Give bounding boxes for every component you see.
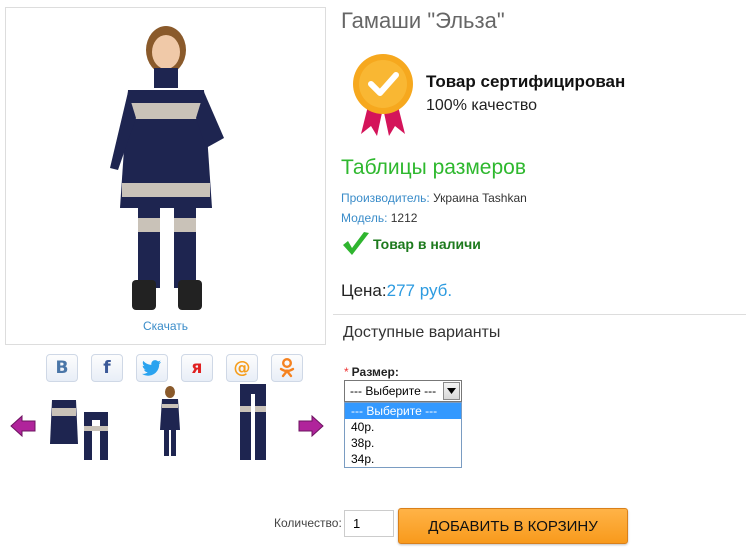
size-dropdown-list: --- Выберите --- 40р. 38р. 34р. [344,402,462,468]
quantity-input[interactable] [344,510,394,537]
size-label: * Размер: [344,365,399,379]
thumbnail-model[interactable] [138,382,202,462]
model-row: Модель: 1212 [341,211,417,225]
dropdown-arrow-icon[interactable] [443,382,460,400]
certified-subtitle: 100% качество [426,97,538,114]
size-select[interactable]: --- Выберите --- [344,380,462,402]
manufacturer-value: Украина Tashkan [429,191,527,205]
size-option[interactable]: 38р. [345,435,461,451]
price-label: Цена: [341,281,387,300]
facebook-icon: f [103,358,111,378]
download-link[interactable]: Скачать [6,319,325,333]
divider [333,314,746,315]
odnoklassniki-icon [279,358,295,378]
manufacturer-link[interactable]: Производитель: [341,191,430,205]
certified-badge-icon [353,54,413,136]
size-label-text: Размер: [351,365,399,379]
available-options-heading: Доступные варианты [343,324,501,341]
share-odnoklassniki-button[interactable] [271,354,303,382]
size-option[interactable]: 34р. [345,451,461,467]
stock-text: Товар в наличи [373,236,481,252]
share-twitter-button[interactable] [136,354,168,382]
stock-status: Товар в наличи [341,230,481,258]
manufacturer-row: Производитель: Украина Tashkan [341,191,527,205]
thumbnail-set[interactable] [48,382,112,462]
next-arrow-icon[interactable] [298,415,324,437]
twitter-icon [142,360,161,376]
size-table-link[interactable]: Таблицы размеров [341,156,526,180]
required-mark: * [344,365,349,379]
share-buttons: В f я @ [46,354,303,382]
share-yaru-button[interactable]: я [181,354,213,382]
size-select-value: --- Выберите --- [350,384,437,398]
prev-arrow-icon[interactable] [10,415,36,437]
model-value: 1212 [387,211,418,225]
certified-title: Товар сертифицирован [426,72,626,91]
share-mailru-button[interactable]: @ [226,354,258,382]
price: Цена:277 руб. [341,281,452,301]
thumbnail-carousel [10,382,330,464]
model-key: Модель: [341,211,388,225]
yaru-icon: я [191,358,203,378]
size-option[interactable]: --- Выберите --- [345,403,461,419]
price-value: 277 руб. [386,281,453,300]
size-option[interactable]: 40р. [345,419,461,435]
thumbnail-leggings[interactable] [220,382,284,462]
share-facebook-button[interactable]: f [91,354,123,382]
product-main-image-panel[interactable]: Скачать [5,7,326,345]
product-photo[interactable] [66,18,266,318]
mailru-icon: @ [233,358,251,378]
checkmark-icon [343,232,369,255]
share-vk-button[interactable]: В [46,354,78,382]
quantity-label: Количество: [274,516,342,530]
vk-icon: В [55,358,69,378]
product-title: Гамаши "Эльза" [341,8,505,33]
add-to-cart-button[interactable]: ДОБАВИТЬ В КОРЗИНУ [398,508,628,544]
